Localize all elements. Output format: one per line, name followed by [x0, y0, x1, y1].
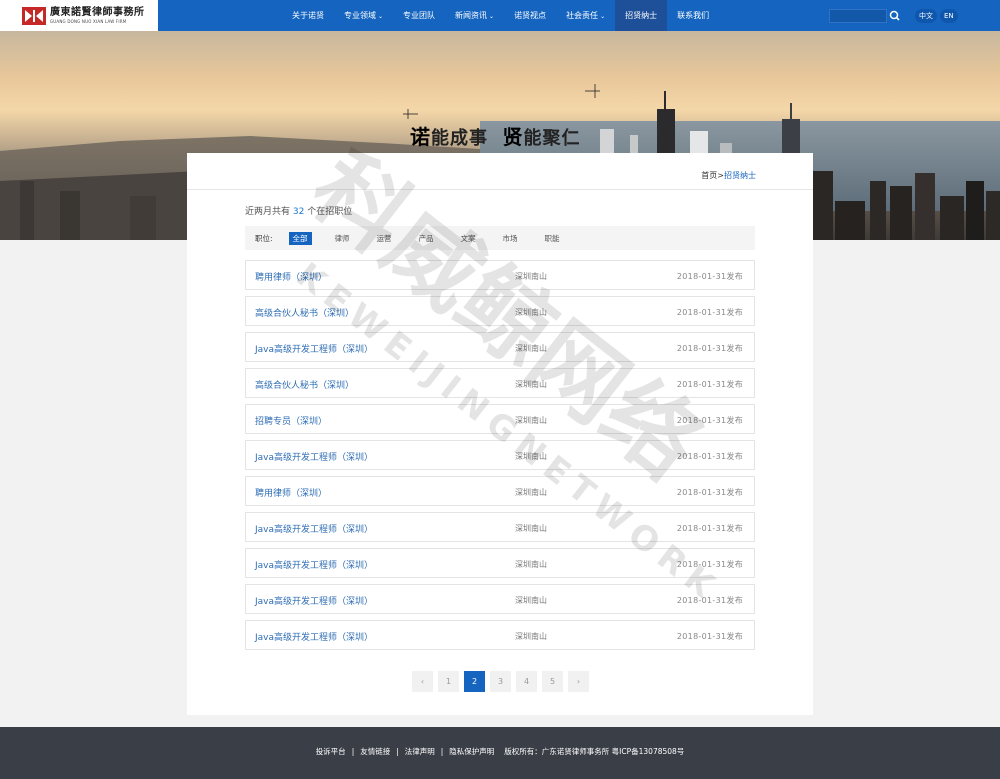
job-location: 深圳南山: [515, 308, 547, 317]
nav-item[interactable]: 诺贤视点: [504, 0, 556, 31]
lang-en-button[interactable]: EN: [940, 9, 958, 23]
job-location: 深圳南山: [515, 632, 547, 641]
nav-item[interactable]: 社会责任 ⌄: [556, 0, 615, 31]
job-row[interactable]: 聘用律师（深圳） 深圳南山 2018-01-31发布: [245, 476, 755, 506]
breadcrumb-home[interactable]: 首页: [701, 171, 717, 180]
job-row[interactable]: 高级合伙人秘书（深圳） 深圳南山 2018-01-31发布: [245, 368, 755, 398]
footer-link[interactable]: 友情链接: [360, 747, 390, 756]
job-location: 深圳南山: [515, 380, 547, 389]
job-date: 2018-01-31发布: [676, 380, 743, 389]
job-row[interactable]: Java高级开发工程师（深圳） 深圳南山 2018-01-31发布: [245, 512, 755, 542]
search-icon[interactable]: [888, 8, 902, 24]
job-count-summary: 近两月共有 32 个在招职位: [245, 207, 353, 217]
job-location: 深圳南山: [515, 416, 547, 425]
job-title: 聘用律师（深圳）: [255, 489, 328, 499]
nav-item[interactable]: 关于诺贤: [282, 0, 334, 31]
filter-option[interactable]: 职能: [541, 232, 564, 245]
job-row[interactable]: Java高级开发工程师（深圳） 深圳南山 2018-01-31发布: [245, 332, 755, 362]
footer-separator: |: [396, 747, 399, 756]
job-title: 高级合伙人秘书（深圳）: [255, 309, 355, 319]
divider: [187, 189, 813, 190]
position-filter: 职位: 全部 律师 运营 产品 文案 市场 职能: [245, 226, 755, 250]
filter-option[interactable]: 律师: [331, 232, 354, 245]
chevron-right-icon[interactable]: ›: [568, 671, 589, 692]
lang-cn-button[interactable]: 中文: [915, 9, 937, 23]
job-row[interactable]: Java高级开发工程师（深圳） 深圳南山 2018-01-31发布: [245, 620, 755, 650]
recruitment-panel: 首页>招贤纳士 近两月共有 32 个在招职位 职位: 全部 律师 运营 产品 文案 市场职…: [187, 153, 813, 715]
page-button[interactable]: 2: [464, 671, 485, 692]
nav-item[interactable]: 专业团队: [393, 0, 445, 31]
job-date: 2018-01-31发布: [676, 344, 743, 353]
job-title: Java高级开发工程师（深圳）: [255, 561, 374, 571]
job-date: 2018-01-31发布: [676, 524, 743, 533]
main-nav: 关于诺贤 专业领域 ⌄ 专业团队 新闻资讯 ⌄ 诺贤视点 社会责任 ⌄ 招贤纳士 联系我们: [282, 0, 719, 31]
job-location: 深圳南山: [515, 560, 547, 569]
job-date: 2018-01-31发布: [676, 416, 743, 425]
chevron-down-icon: ⌄: [600, 13, 606, 20]
job-title: Java高级开发工程师（深圳）: [255, 525, 374, 535]
filter-option[interactable]: 全部: [288, 231, 312, 245]
job-title: Java高级开发工程师（深圳）: [255, 345, 374, 355]
breadcrumb: 首页>招贤纳士: [701, 171, 756, 180]
job-location: 深圳南山: [515, 272, 547, 281]
search-input[interactable]: [829, 9, 887, 23]
logo-name-en: GUANG DONG NUO XIAN LAW FIRM: [50, 18, 127, 24]
filter-option[interactable]: 产品: [415, 232, 438, 245]
job-row[interactable]: 高级合伙人秘书（深圳） 深圳南山 2018-01-31发布: [245, 296, 755, 326]
footer-link[interactable]: 投诉平台: [316, 747, 346, 756]
top-navigation-bar: 廣東諾賢律師事務所 GUANG DONG NUO XIAN LAW FIRM 关…: [0, 0, 1000, 31]
job-date: 2018-01-31发布: [676, 488, 743, 497]
job-date: 2018-01-31发布: [676, 272, 743, 281]
job-date: 2018-01-31发布: [676, 596, 743, 605]
job-title: Java高级开发工程师（深圳）: [255, 453, 374, 463]
footer-link[interactable]: 隐私保护声明: [449, 747, 494, 756]
job-location: 深圳南山: [515, 344, 547, 353]
filter-option[interactable]: 运营: [373, 232, 396, 245]
nav-item[interactable]: 新闻资讯 ⌄: [445, 0, 504, 31]
job-list: 聘用律师（深圳） 深圳南山 2018-01-31发布 高级合伙人秘书（深圳） 深圳南山 2…: [245, 260, 755, 656]
job-row[interactable]: Java高级开发工程师（深圳） 深圳南山 2018-01-31发布: [245, 548, 755, 578]
job-date: 2018-01-31发布: [676, 560, 743, 569]
nav-item[interactable]: 招贤纳士: [615, 0, 668, 31]
footer-link[interactable]: 法律声明: [405, 747, 435, 756]
copyright: 版权所有：广东诺贤律师事务所 粤ICP备13078508号: [504, 747, 685, 756]
job-title: Java高级开发工程师（深圳）: [255, 597, 374, 607]
breadcrumb-current[interactable]: 招贤纳士: [724, 171, 756, 180]
filter-option[interactable]: 文案: [457, 232, 480, 245]
nav-item[interactable]: 联系我们: [667, 0, 719, 31]
job-location: 深圳南山: [515, 596, 547, 605]
logo[interactable]: 廣東諾賢律師事務所 GUANG DONG NUO XIAN LAW FIRM: [0, 0, 158, 31]
footer-separator: |: [351, 747, 355, 756]
job-row[interactable]: 招聘专员（深圳） 深圳南山 2018-01-31发布: [245, 404, 755, 434]
page-button[interactable]: 1: [438, 671, 459, 692]
filter-option[interactable]: 市场: [499, 232, 522, 245]
job-date: 2018-01-31发布: [676, 452, 743, 461]
job-location: 深圳南山: [515, 452, 547, 461]
job-row[interactable]: Java高级开发工程师（深圳） 深圳南山 2018-01-31发布: [245, 440, 755, 470]
site-footer: 投诉平台 | 友情链接 | 法律声明 | 隐私保护声明 版权所有：广东诺贤律师事务所 粤ICP…: [0, 727, 1000, 779]
pagination: ‹ 1 2 3 4 5 ›: [412, 671, 594, 692]
job-date: 2018-01-31发布: [676, 308, 743, 317]
page-button[interactable]: 4: [516, 671, 537, 692]
job-row[interactable]: Java高级开发工程师（深圳） 深圳南山 2018-01-31发布: [245, 584, 755, 614]
job-row[interactable]: 聘用律师（深圳） 深圳南山 2018-01-31发布: [245, 260, 755, 290]
job-title: Java高级开发工程师（深圳）: [255, 633, 374, 643]
job-count: 32: [292, 207, 305, 217]
nav-item[interactable]: 专业领域 ⌄: [334, 0, 393, 31]
job-title: 招聘专员（深圳）: [255, 417, 328, 427]
page-button[interactable]: 3: [490, 671, 511, 692]
chevron-left-icon[interactable]: ‹: [412, 671, 433, 692]
job-location: 深圳南山: [515, 524, 547, 533]
job-date: 2018-01-31发布: [676, 632, 743, 641]
job-title: 聘用律师（深圳）: [255, 273, 328, 283]
chevron-down-icon: ⌄: [378, 13, 384, 20]
job-title: 高级合伙人秘书（深圳）: [255, 381, 355, 391]
logo-name-cn: 廣東諾賢律師事務所: [50, 6, 145, 18]
footer-separator: |: [440, 747, 444, 756]
page-button[interactable]: 5: [542, 671, 563, 692]
job-location: 深圳南山: [515, 488, 547, 497]
chevron-down-icon: ⌄: [489, 13, 495, 20]
filter-label: 职位:: [255, 233, 273, 243]
logo-mark-icon: [22, 6, 46, 25]
